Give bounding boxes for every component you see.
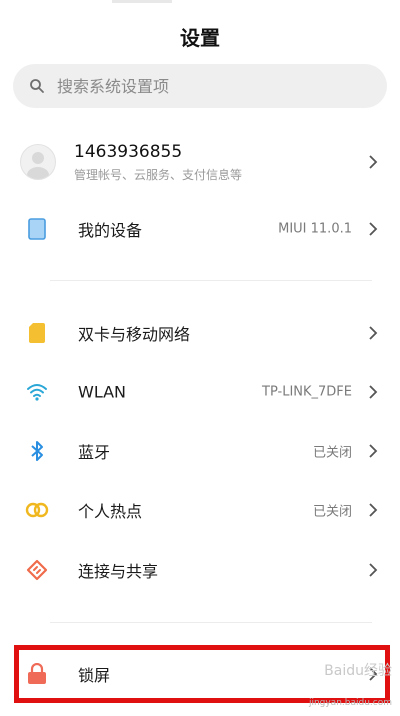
share-icon: [22, 555, 52, 585]
row-value: TP-LINK_7DFE: [262, 384, 352, 400]
row-label: 个人热点: [78, 502, 143, 521]
row-hotspot[interactable]: 个人热点 已关闭: [0, 482, 400, 538]
tablet-icon: [22, 214, 52, 244]
chevron-right-icon: [369, 563, 378, 577]
watermark: Baidu经验: [324, 663, 392, 679]
wifi-icon: [22, 377, 52, 407]
status-bar-remnant: [112, 0, 172, 3]
row-label: 连接与共享: [78, 562, 159, 581]
chevron-right-icon: [369, 222, 378, 236]
chevron-right-icon: [369, 503, 378, 517]
row-label: 双卡与移动网络: [78, 325, 191, 344]
row-value: 已关闭: [312, 504, 352, 520]
row-connection-sharing[interactable]: 连接与共享: [0, 542, 400, 598]
section-divider: [50, 280, 372, 281]
chevron-right-icon: [369, 326, 378, 340]
row-label: WLAN: [78, 382, 127, 402]
chevron-right-icon: [369, 385, 378, 399]
chevron-right-icon: [369, 444, 378, 458]
search-input[interactable]: [57, 64, 357, 108]
row-wlan[interactable]: WLAN TP-LINK_7DFE: [0, 364, 400, 420]
account-subtitle: 管理帐号、云服务、支付信息等: [74, 168, 243, 182]
search-bar[interactable]: [13, 64, 387, 108]
watermark-url: jingyan.baidu.com: [308, 698, 392, 708]
chevron-right-icon: [369, 155, 378, 169]
account-row[interactable]: 1463936855 管理帐号、云服务、支付信息等: [0, 130, 400, 194]
row-label: 蓝牙: [78, 443, 111, 462]
hotspot-icon: [22, 495, 52, 525]
sim-card-icon: [22, 318, 52, 348]
avatar: [20, 144, 56, 180]
bluetooth-icon: [22, 436, 52, 466]
account-name: 1463936855: [74, 142, 183, 162]
row-value: 已关闭: [312, 445, 352, 461]
row-my-device[interactable]: 我的设备 MIUI 11.0.1: [0, 201, 400, 257]
page-title: 设置: [180, 26, 220, 50]
row-dual-sim[interactable]: 双卡与移动网络: [0, 305, 400, 361]
row-value: MIUI 11.0.1: [278, 221, 352, 237]
row-label: 我的设备: [78, 221, 143, 240]
row-bluetooth[interactable]: 蓝牙 已关闭: [0, 423, 400, 479]
search-icon: [29, 78, 45, 98]
section-divider: [50, 622, 372, 623]
